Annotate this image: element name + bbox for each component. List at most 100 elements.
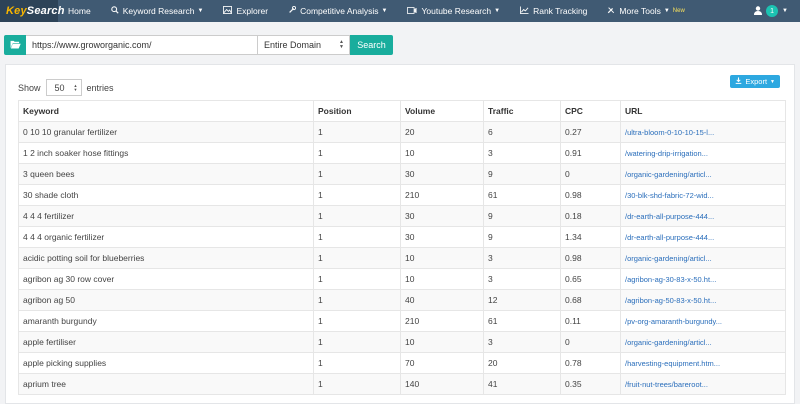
url-link[interactable]: /organic-gardening/articl... [620,163,786,185]
keyword-cell: aprium tree [18,373,314,395]
url-link[interactable]: /pv-org-amaranth-burgundy... [620,310,786,332]
cpc-cell: 1.34 [560,226,621,248]
user-menu[interactable]: 1 ▼ [754,5,800,17]
traffic-cell: 20 [483,352,561,374]
entries-length-control: Show 50 ▲ ▼ entries [18,79,114,96]
url-link[interactable]: /organic-gardening/articl... [620,247,786,269]
nav-keyword-research[interactable]: Keyword Research ▼ [101,0,214,22]
column-header-position[interactable]: Position [313,100,401,122]
column-header-keyword[interactable]: Keyword [18,100,314,122]
video-icon [407,6,418,16]
logo-text-key: Key [6,5,27,17]
volume-cell: 30 [400,163,484,185]
cpc-cell: 0.35 [560,373,621,395]
traffic-cell: 61 [483,310,561,332]
traffic-cell: 9 [483,163,561,185]
notification-badge[interactable]: 1 [766,5,779,17]
table-row: acidic potting soil for blueberries 1 10 3 0… [18,247,786,269]
keysearch-logo[interactable]: KeySearch [0,0,64,22]
table-row: 30 shade cloth 1 210 61 0.98/30-blk-shd-fabr… [18,184,786,206]
position-cell: 1 [313,310,401,332]
nav-youtube-research-label: Youtube Research [421,6,492,16]
position-cell: 1 [313,184,401,206]
url-link[interactable]: /fruit-nut-trees/bareroot... [620,373,786,395]
export-button[interactable]: Export ▼ [730,75,780,88]
keyword-cell: agribon ag 30 row cover [18,268,314,290]
folder-open-button[interactable] [4,35,26,55]
cpc-cell: 0.98 [560,247,621,269]
caret-down-icon: ▼ [770,78,775,85]
keywords-table: Keyword Position Volume Traffic CPC URL … [18,100,786,395]
cpc-cell: 0.78 [560,352,621,374]
traffic-cell: 3 [483,142,561,164]
position-cell: 1 [313,163,401,185]
column-header-volume[interactable]: Volume [400,100,484,122]
url-link[interactable]: /dr-earth-all-purpose-444... [620,226,786,248]
nav-home[interactable]: Home [58,0,101,22]
traffic-cell: 3 [483,247,561,269]
line-chart-icon [520,6,529,16]
folder-open-icon [10,40,21,51]
nav-competitive-analysis-label: Competitive Analysis [300,6,379,16]
nav-youtube-research[interactable]: Youtube Research ▼ [397,0,510,22]
url-link[interactable]: /dr-earth-all-purpose-444... [620,205,786,227]
nav-explorer-label: Explorer [236,6,269,16]
nav-more-tools-label: More Tools [619,6,661,16]
url-link[interactable]: /ultra-bloom-0-10-10-15-l... [620,121,786,143]
nav-more-tools[interactable]: More Tools ▼ New [597,0,694,22]
column-header-url[interactable]: URL [620,100,786,122]
table-row: 4 4 4 fertilizer 1 30 9 0.18/dr-earth-all-pu… [18,205,786,227]
nav-rank-tracking-label: Rank Tracking [533,6,588,16]
volume-cell: 10 [400,142,484,164]
table-row: 3 queen bees 1 30 9 0/organic-gardening/arti… [18,163,786,185]
entries-select[interactable]: 50 ▲ ▼ [45,79,82,96]
cpc-cell: 0.65 [560,268,621,290]
traffic-cell: 12 [483,289,561,311]
caret-down-icon: ▼ [663,8,670,14]
column-header-traffic[interactable]: Traffic [483,100,561,122]
position-cell: 1 [313,247,401,269]
volume-cell: 210 [400,184,484,206]
select-arrows-icon: ▲ ▼ [73,82,78,92]
entries-select-value: 50 [54,82,65,93]
export-label: Export [745,77,768,86]
position-cell: 1 [313,268,401,290]
keyword-cell: 3 queen bees [18,163,314,185]
table-row: amaranth burgundy 1 210 61 0.11/pv-org-amara… [18,310,786,332]
scope-select-value: Entire Domain [264,40,322,50]
nav-rank-tracking[interactable]: Rank Tracking [510,0,597,22]
keyword-cell: amaranth burgundy [18,310,314,332]
table-row: apple fertiliser 1 10 3 0/organic-gardening/… [18,331,786,353]
top-navbar: KeySearch Home Keyword Research ▼ Explor… [0,0,800,22]
search-button[interactable]: Search [350,35,393,55]
position-cell: 1 [313,226,401,248]
url-link[interactable]: /30-blk-shd-fabric-72-wid... [620,184,786,206]
url-link[interactable]: /agribon-ag-50-83-x-50.ht... [620,289,786,311]
column-header-cpc[interactable]: CPC [560,100,621,122]
show-label: Show [18,82,41,93]
keyword-cell: 4 4 4 organic fertilizer [18,226,314,248]
caret-down-icon: ▼ [197,8,204,14]
url-link[interactable]: /organic-gardening/articl... [620,331,786,353]
volume-cell: 70 [400,352,484,374]
url-link[interactable]: /watering-drip-irrigation... [620,142,786,164]
traffic-cell: 61 [483,184,561,206]
nav-competitive-analysis[interactable]: Competitive Analysis ▼ [278,0,397,22]
cpc-cell: 0.18 [560,205,621,227]
url-link[interactable]: /agribon-ag-30-83-x-50.ht... [620,268,786,290]
url-link[interactable]: /harvesting-equipment.htm... [620,352,786,374]
nav-explorer[interactable]: Explorer [213,0,278,22]
table-row: 0 10 10 granular fertilizer 1 20 6 0.27/ultr… [18,121,786,143]
volume-cell: 20 [400,121,484,143]
keyword-cell: 0 10 10 granular fertilizer [18,121,314,143]
table-row: aprium tree 1 140 41 0.35/fruit-nut-trees/ba… [18,373,786,395]
traffic-cell: 6 [483,121,561,143]
position-cell: 1 [313,142,401,164]
url-input[interactable] [26,35,258,55]
traffic-cell: 3 [483,331,561,353]
domain-search-bar: Entire Domain ▲▼ Search [4,35,393,55]
position-cell: 1 [313,331,401,353]
table-row: agribon ag 50 1 40 12 0.68/agribon-ag-50-83-… [18,289,786,311]
traffic-cell: 9 [483,205,561,227]
scope-select[interactable]: Entire Domain ▲ ▼ [258,35,350,55]
